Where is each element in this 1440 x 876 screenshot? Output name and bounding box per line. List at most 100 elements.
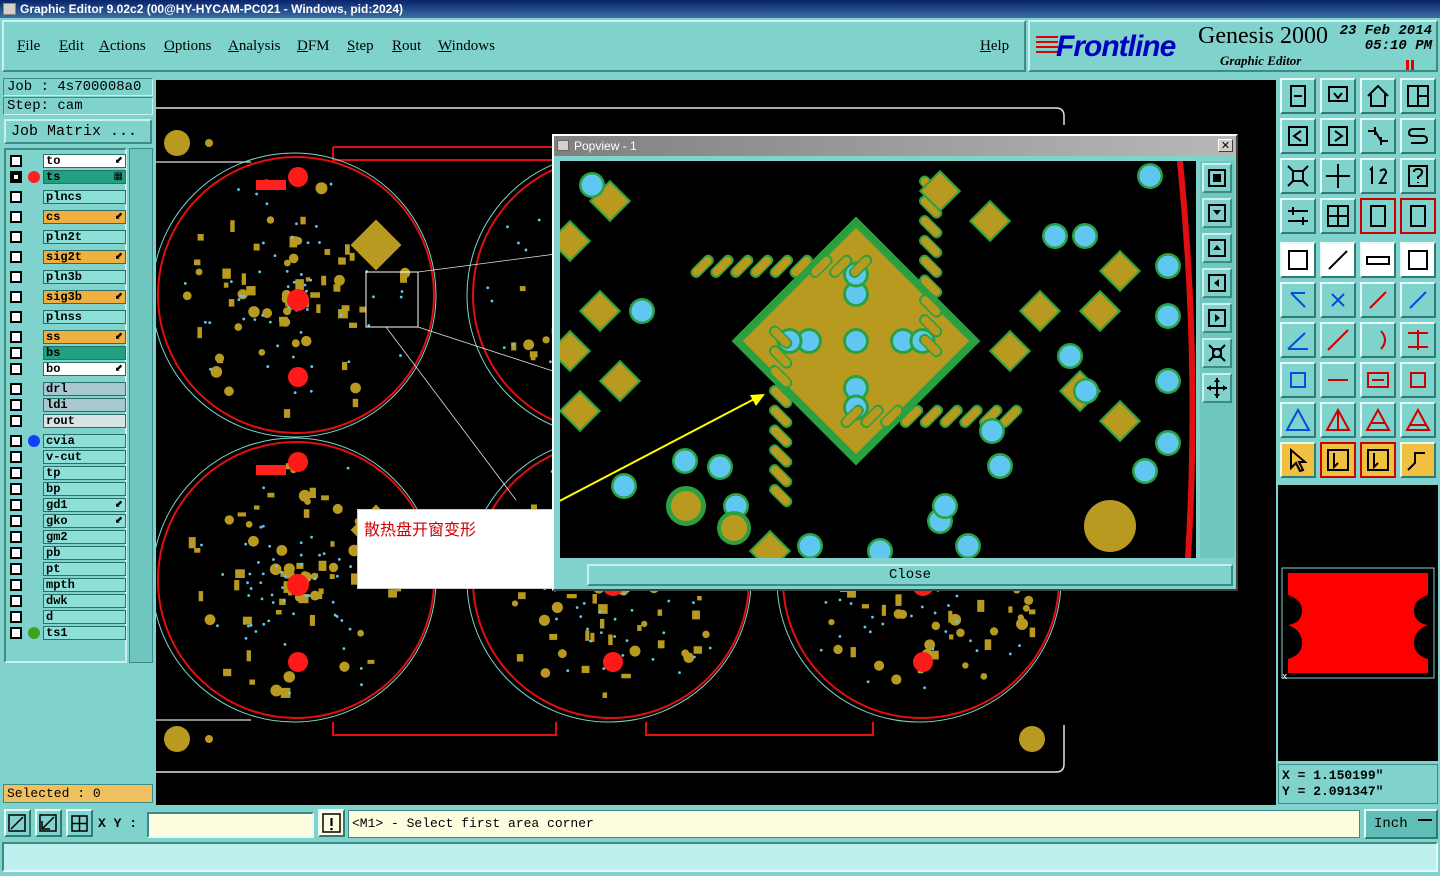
layer-name[interactable]: gko ⬋ <box>43 514 126 528</box>
unit-selector[interactable]: Inch <box>1364 809 1438 839</box>
dim-tool-icon[interactable] <box>1360 362 1396 398</box>
layer-row-d[interactable]: d <box>8 609 126 625</box>
layer-name[interactable]: ts ▦ <box>43 170 126 184</box>
layer-checkbox[interactable] <box>10 515 22 527</box>
route-pointer-icon[interactable] <box>1400 442 1436 478</box>
layer-row-pb[interactable]: pb <box>8 545 126 561</box>
layer-row-dwk[interactable]: dwk <box>8 593 126 609</box>
zoom-fit-icon[interactable] <box>1280 158 1316 194</box>
layer-name[interactable]: bo ⬋ <box>43 362 126 376</box>
layer-checkbox[interactable] <box>10 191 22 203</box>
layer-row-ldi[interactable]: ldi <box>8 397 126 413</box>
layer-checkbox[interactable] <box>10 231 22 243</box>
triangle-a-icon[interactable] <box>1280 402 1316 438</box>
arrow-node-2-icon[interactable] <box>1400 282 1436 318</box>
layer-checkbox[interactable] <box>10 363 22 375</box>
layer-checkbox[interactable] <box>10 347 22 359</box>
layer-checkbox[interactable] <box>10 399 22 411</box>
grid-mode-icon[interactable] <box>66 809 93 837</box>
popview-pan-right-icon[interactable] <box>1202 303 1232 333</box>
popview-canvas[interactable] <box>560 161 1196 558</box>
layer-checkbox[interactable] <box>10 155 22 167</box>
triangle-b-icon[interactable] <box>1320 402 1356 438</box>
xy-input[interactable] <box>147 812 314 838</box>
flip-icon[interactable] <box>1360 118 1396 154</box>
layer-row-tp[interactable]: tp <box>8 465 126 481</box>
layer-row-bo[interactable]: bo ⬋ <box>8 361 126 377</box>
layer-row-gko[interactable]: gko ⬋ <box>8 513 126 529</box>
popview-zoom-out-icon[interactable] <box>1202 233 1232 263</box>
pan-right-icon[interactable] <box>1320 118 1356 154</box>
layer-checkbox[interactable] <box>10 483 22 495</box>
layer-name[interactable]: ss ⬋ <box>43 330 126 344</box>
layer-name[interactable]: gd1 ⬋ <box>43 498 126 512</box>
triangle-c-icon[interactable] <box>1360 402 1396 438</box>
layer-name[interactable]: ts1 <box>43 626 126 640</box>
layer-row-pt[interactable]: pt <box>8 561 126 577</box>
angle-line-icon[interactable] <box>1280 322 1316 358</box>
popview-fit-icon[interactable] <box>1202 338 1232 368</box>
popview-close-icon[interactable]: ✕ <box>1218 139 1233 152</box>
layer-list-scrollbar[interactable] <box>129 148 153 663</box>
layer-checkbox[interactable] <box>10 383 22 395</box>
layer-checkbox[interactable] <box>10 311 22 323</box>
info-icon[interactable] <box>318 809 345 837</box>
job-matrix-button[interactable]: Job Matrix ... <box>4 119 152 144</box>
layer-checkbox[interactable] <box>10 595 22 607</box>
s-curve-icon[interactable] <box>1400 118 1436 154</box>
zoom-in-box-icon[interactable] <box>1320 78 1356 114</box>
layer-row-pln3b[interactable]: pln3b <box>8 269 126 285</box>
move-cross-icon[interactable] <box>1320 158 1356 194</box>
layer-row-rout[interactable]: rout <box>8 413 126 429</box>
layer-checkbox[interactable] <box>10 467 22 479</box>
layer-name[interactable]: plnss <box>43 310 126 324</box>
layer-checkbox[interactable] <box>10 451 22 463</box>
select-point-icon[interactable] <box>1280 242 1316 278</box>
layer-row-ss[interactable]: ss ⬋ <box>8 329 126 345</box>
diag-line-icon[interactable] <box>1320 322 1356 358</box>
ruler-icon[interactable] <box>1360 242 1396 278</box>
measure-mode-icon[interactable] <box>35 809 62 837</box>
layer-name[interactable]: gm2 <box>43 530 126 544</box>
layer-name[interactable]: dwk <box>43 594 126 608</box>
layer-row-ts1[interactable]: ts1 <box>8 625 126 641</box>
layer-checkbox[interactable] <box>10 531 22 543</box>
menu-edit[interactable]: Edit <box>59 38 84 55</box>
layer-name[interactable]: plncs <box>43 190 126 204</box>
menu-windows[interactable]: Windows <box>438 38 495 55</box>
layer-row-cs[interactable]: cs ⬋ <box>8 209 126 225</box>
scale-1-2-icon[interactable] <box>1360 158 1396 194</box>
measure-red-icon[interactable] <box>1320 242 1356 278</box>
line-tool-icon[interactable] <box>1320 362 1356 398</box>
menu-rout[interactable]: Rout <box>392 38 421 55</box>
split-view-icon[interactable] <box>1400 78 1436 114</box>
layer-name[interactable]: bp <box>43 482 126 496</box>
layer-name[interactable]: drl <box>43 382 126 396</box>
popview-title-bar[interactable]: Popview - 1 ✕ <box>554 136 1236 156</box>
alert-icon[interactable] <box>1406 60 1414 70</box>
menu-help[interactable]: Help <box>980 38 1009 55</box>
menu-actions[interactable]: Actions <box>99 38 146 55</box>
layer-checkbox[interactable] <box>10 627 22 639</box>
layer-row-to[interactable]: to ⬋ <box>8 153 126 169</box>
layer-name[interactable]: pln3b <box>43 270 126 284</box>
layer-row-ts[interactable]: ts ▦ <box>8 169 126 185</box>
help-box-icon[interactable] <box>1400 158 1436 194</box>
layer-name[interactable]: sig3b ⬋ <box>43 290 126 304</box>
layer-name[interactable]: sig2t ⬋ <box>43 250 126 264</box>
layer-name[interactable]: tp <box>43 466 126 480</box>
shape-tool-icon[interactable] <box>1400 362 1436 398</box>
layer-checkbox[interactable] <box>10 211 22 223</box>
tool-settings-icon[interactable] <box>1280 198 1316 234</box>
layer-checkbox[interactable] <box>10 611 22 623</box>
layer-checkbox[interactable] <box>10 271 22 283</box>
layer-name[interactable]: rout <box>43 414 126 428</box>
layer-row-bp[interactable]: bp <box>8 481 126 497</box>
layer-checkbox[interactable] <box>10 563 22 575</box>
layer-row-gd1[interactable]: gd1 ⬋ <box>8 497 126 513</box>
snap-mode-icon[interactable] <box>4 809 31 837</box>
layer-name[interactable]: cvia <box>43 434 126 448</box>
layer-name[interactable]: ldi <box>43 398 126 412</box>
pad-tool-icon[interactable] <box>1280 362 1316 398</box>
layer-name[interactable]: cs ⬋ <box>43 210 126 224</box>
